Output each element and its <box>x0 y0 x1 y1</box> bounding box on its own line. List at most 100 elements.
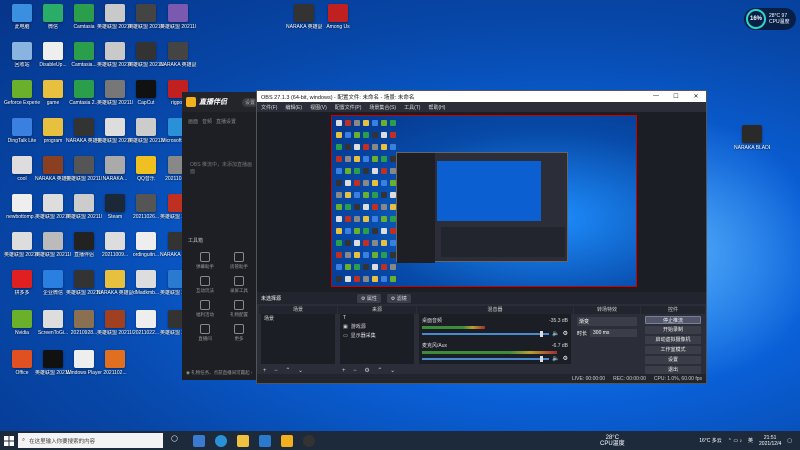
tray-icons[interactable]: ⌃ ▭ ♪ <box>728 438 742 444</box>
speaker-icon[interactable]: 🔈 <box>552 355 559 362</box>
preview-icon-thumb <box>354 168 360 174</box>
start-button[interactable] <box>0 431 18 450</box>
weather[interactable]: 16°C 多云 <box>699 437 722 444</box>
obs-menu-item[interactable]: 文件(F) <box>261 104 277 111</box>
control-button[interactable]: 停止推流 <box>645 316 701 324</box>
zhibo-tool[interactable]: 录屏工具 <box>222 276 256 294</box>
zhibo-tab-0[interactable]: 画面 <box>188 118 198 125</box>
task-view-icon[interactable]: ◯ <box>171 435 183 447</box>
desktop-icon[interactable]: Among Us <box>320 4 356 30</box>
zhibo-tool[interactable]: 直播间 <box>188 324 222 342</box>
filters-button[interactable]: ⚙ 滤镜 <box>386 293 411 303</box>
preview-icon-thumb <box>354 264 360 270</box>
edge-icon[interactable] <box>215 434 227 447</box>
zhibo-tool[interactable]: 更多 <box>222 324 256 342</box>
scenes-add-remove[interactable]: + − ⌃ ⌄ <box>263 367 306 374</box>
preview-icon-thumb <box>381 204 387 210</box>
obs-window[interactable]: OBS 27.1.3 (64-bit, windows) - 配置文件: 未命名… <box>256 90 707 384</box>
desktop-icon[interactable]: 英雄联盟 2021100... <box>160 4 196 30</box>
desktop-icon-image <box>43 350 63 368</box>
desktop-icon[interactable]: 2021102... <box>97 350 133 376</box>
zhibo-tool[interactable]: 福利活动 <box>188 300 222 318</box>
zhibo-tab-2[interactable]: 直播设置 <box>216 118 236 125</box>
zhibo-tool[interactable]: 互动玩法 <box>188 276 222 294</box>
notifications-icon[interactable]: ▢ <box>787 438 792 444</box>
zhibo-tool[interactable]: 房管助手 <box>222 252 256 270</box>
preview-icon-thumb <box>381 264 387 270</box>
taskbar-search[interactable]: ⌕ 在这里输入你要搜索的内容 <box>18 433 163 448</box>
source-item-display[interactable]: ▭ 显示器采集 <box>340 331 414 340</box>
preview-icon-thumb <box>345 168 351 174</box>
maximize-button[interactable]: ☐ <box>666 93 686 100</box>
volume-slider[interactable] <box>422 355 550 362</box>
source-item-game[interactable]: ▣ 游戏源 <box>340 322 414 331</box>
sources-add-remove[interactable]: + − ⚙ ⌃ ⌄ <box>342 367 398 374</box>
scene-item[interactable]: 场景 <box>261 314 335 323</box>
desktop-icon[interactable]: ordinguitn... <box>128 232 164 258</box>
preview-icon-thumb <box>354 216 360 222</box>
zhibo-tool[interactable]: 弹幕助手 <box>188 252 222 270</box>
store-icon[interactable] <box>259 434 271 447</box>
zhibo-taskbar-icon[interactable] <box>281 434 293 447</box>
zhibo-footer[interactable]: ◉ 礼物任务、点获直播间可赢起 › <box>186 370 252 376</box>
obs-menu-item[interactable]: 视图(V) <box>310 104 327 111</box>
language-indicator[interactable]: 英 <box>748 437 753 444</box>
duration-input[interactable]: 300 ms <box>590 329 637 337</box>
windows-icon <box>4 435 14 446</box>
desktop-icon[interactable]: 英雄联盟 2021100... <box>128 4 164 30</box>
preview-icon-thumb <box>345 204 351 210</box>
desktop-icon-image <box>328 4 348 22</box>
zhibo-tool[interactable]: 礼物配置 <box>222 300 256 318</box>
obs-preview[interactable] <box>257 112 706 292</box>
desktop-icon[interactable]: 英雄联盟 2021100... <box>128 118 164 144</box>
desktop-icon-image <box>294 4 314 22</box>
clock[interactable]: 21:51 2021/12/4 <box>759 435 781 447</box>
preview-icon-thumb <box>381 144 387 150</box>
transition-type-select[interactable]: 渐变 <box>577 317 637 326</box>
volume-slider[interactable] <box>422 330 550 337</box>
zhibo-app-window[interactable]: 直播伴侣 设置 画面 音频 直播设置 OBS 推流中，未添加直播画面 工具箱 弹… <box>182 92 260 380</box>
desktop-icon[interactable]: 英雄联盟 2021100... <box>128 42 164 68</box>
obs-taskbar-icon[interactable] <box>303 434 315 447</box>
obs-menu-item[interactable]: 场景集合(S) <box>369 104 396 111</box>
desktop-icon[interactable]: NARAKA 英雄副本... <box>286 4 322 30</box>
control-button[interactable]: 工作室模式 <box>645 346 701 354</box>
control-button[interactable]: 退出 <box>645 366 701 374</box>
desktop-icon[interactable]: NARAKA BLADEPOI... <box>734 125 770 151</box>
minimize-button[interactable]: — <box>646 93 666 100</box>
properties-button[interactable]: ⚙ 属性 <box>357 293 381 303</box>
desktop-icon[interactable]: CapCut <box>128 80 164 106</box>
obs-menu-item[interactable]: 编辑(E) <box>285 104 302 111</box>
desktop-icon[interactable]: NARAKA 英雄副本... <box>160 42 196 68</box>
desktop-icon[interactable]: QQ音乐 <box>128 156 164 182</box>
obs-titlebar[interactable]: OBS 27.1.3 (64-bit, windows) - 配置文件: 未命名… <box>257 91 706 102</box>
desktop-icon-image <box>136 4 156 22</box>
preview-canvas[interactable] <box>331 115 637 287</box>
desktop-icon-image <box>105 232 125 250</box>
desktop-icon-label: 2021102... <box>103 370 127 376</box>
preview-icon-thumb <box>381 192 387 198</box>
desktop-icon[interactable]: 20211026... <box>128 194 164 220</box>
control-button[interactable]: 启动虚拟摄像机 <box>645 336 701 344</box>
obs-menu-item[interactable]: 工具(T) <box>404 104 420 111</box>
control-button[interactable]: 设置 <box>645 356 701 364</box>
obs-menu-item[interactable]: 配置文件(P) <box>335 104 362 111</box>
close-button[interactable]: ✕ <box>686 93 706 100</box>
speaker-icon[interactable]: 🔈 <box>552 330 559 337</box>
desktop-icon-image <box>136 156 156 174</box>
source-item-text[interactable]: T <box>340 314 414 322</box>
tray-cpu: 28°C CPU温度 <box>600 434 625 447</box>
obs-menu-item[interactable]: 帮助(H) <box>428 104 445 111</box>
desktop-icon[interactable]: 20211022... <box>128 310 164 336</box>
gear-icon[interactable]: ⚙ <box>563 330 568 337</box>
desktop-icon[interactable]: dMadkmb... <box>128 270 164 296</box>
zhibo-tab-1[interactable]: 音频 <box>202 118 212 125</box>
desktop-icon-image <box>136 232 156 250</box>
zhibo-empty-hint: OBS 推流中，未添加直播画面 <box>190 162 252 175</box>
preview-icon-thumb <box>381 120 387 126</box>
cpu-widget[interactable]: 16% 28°C 97 CPU温度 <box>744 8 796 30</box>
widgets-icon[interactable] <box>193 434 205 447</box>
gear-icon[interactable]: ⚙ <box>563 355 568 362</box>
control-button[interactable]: 开始录制 <box>645 326 701 334</box>
explorer-icon[interactable] <box>237 434 249 447</box>
